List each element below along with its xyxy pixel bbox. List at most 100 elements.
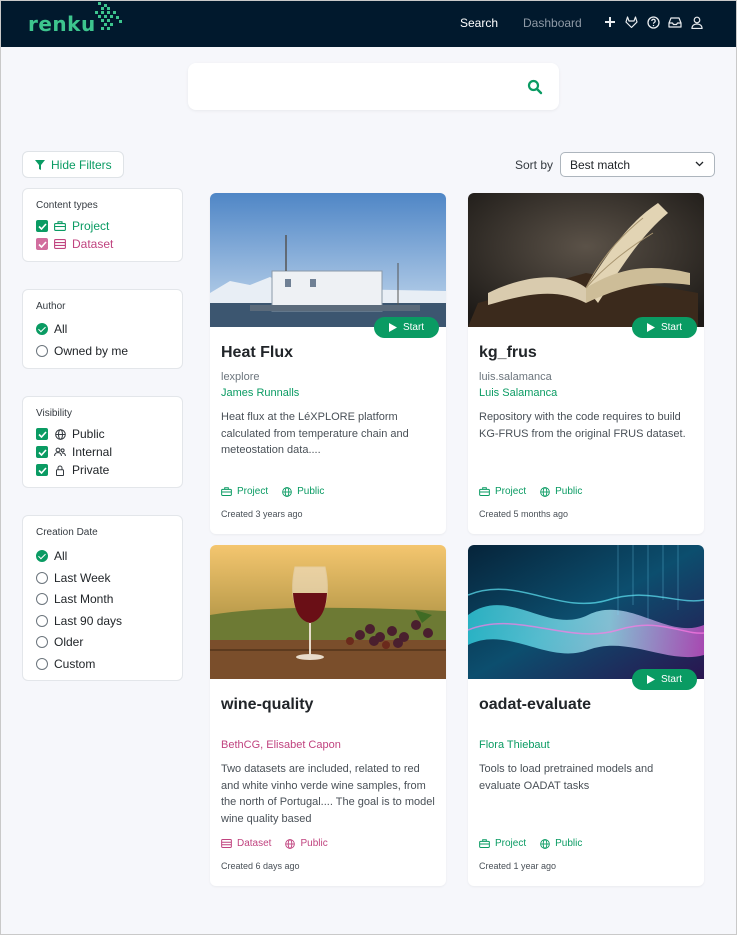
- card-description: Repository with the code requires to bui…: [479, 411, 686, 440]
- author-owned-radio[interactable]: [36, 345, 48, 357]
- chevron-down-icon: [695, 161, 704, 167]
- date-custom-label: Custom: [54, 657, 96, 671]
- public-label: Public: [72, 427, 105, 441]
- date-last-month-label: Last Month: [54, 592, 114, 606]
- date-last-month-radio[interactable]: [36, 593, 48, 605]
- hide-filters-label: Hide Filters: [51, 157, 112, 172]
- card-created-date: Created 1 year ago: [479, 861, 557, 871]
- globe-icon: [285, 838, 296, 849]
- globe-icon: [540, 838, 550, 849]
- top-navbar: renku Search Dashboard: [0, 0, 737, 47]
- type-label: Project: [237, 486, 269, 497]
- start-session-button[interactable]: Start: [632, 669, 697, 690]
- result-card-project[interactable]: Start Heat Flux lexplore James Runnalls …: [210, 193, 446, 534]
- visibility-label: Public: [555, 838, 583, 849]
- author-option-all[interactable]: All: [36, 322, 67, 336]
- card-tags: Project Public: [221, 486, 324, 497]
- date-last-90-radio[interactable]: [36, 615, 48, 627]
- visibility-internal[interactable]: Internal: [36, 445, 112, 459]
- author-filter: Author All Owned by me: [22, 289, 183, 369]
- logo-mark-icon: [94, 2, 122, 30]
- card-title[interactable]: kg_frus: [479, 344, 537, 362]
- date-older-radio[interactable]: [36, 636, 48, 648]
- project-icon: [54, 220, 66, 232]
- date-option-last-month[interactable]: Last Month: [36, 592, 113, 606]
- search-input[interactable]: [200, 75, 500, 97]
- play-icon: [646, 323, 655, 332]
- card-author: BethCG, Elisabet Capon: [221, 739, 341, 751]
- start-label: Start: [660, 322, 683, 333]
- author-all-radio[interactable]: [36, 323, 48, 335]
- type-tag: Project: [479, 486, 526, 497]
- inbox-icon[interactable]: [668, 15, 682, 29]
- play-icon: [646, 675, 655, 684]
- help-icon[interactable]: [646, 15, 660, 29]
- dataset-checkbox[interactable]: [36, 238, 48, 250]
- nav-search-link[interactable]: Search: [460, 16, 498, 30]
- card-image-wine-glass: [210, 545, 446, 679]
- card-title[interactable]: oadat-evaluate: [479, 696, 591, 714]
- gitlab-icon[interactable]: [624, 15, 638, 29]
- date-last-week-radio[interactable]: [36, 572, 48, 584]
- card-description: Tools to load pretrained models and eval…: [479, 763, 654, 792]
- author-title: Author: [36, 301, 66, 312]
- date-option-older[interactable]: Older: [36, 635, 83, 649]
- card-title[interactable]: Heat Flux: [221, 344, 293, 362]
- date-option-all[interactable]: All: [36, 549, 67, 563]
- card-namespace: luis.salamanca: [479, 371, 552, 383]
- visibility-public[interactable]: Public: [36, 427, 105, 441]
- content-types-filter: Content types Project Dataset: [22, 188, 183, 262]
- search-icon[interactable]: [527, 79, 545, 97]
- start-label: Start: [402, 322, 425, 333]
- project-checkbox[interactable]: [36, 220, 48, 232]
- sort-selected-value: Best match: [570, 157, 631, 172]
- date-all-radio[interactable]: [36, 550, 48, 562]
- globe-icon: [54, 428, 66, 440]
- type-tag: Project: [221, 486, 268, 497]
- author-all-label: All: [54, 322, 68, 336]
- date-last-90-label: Last 90 days: [54, 614, 123, 628]
- plus-icon[interactable]: [603, 15, 617, 29]
- result-card-project[interactable]: Start kg_frus luis.salamanca Luis Salama…: [468, 193, 704, 534]
- card-tags: Project Public: [479, 838, 582, 849]
- type-tag: Project: [479, 838, 526, 849]
- date-option-last-90[interactable]: Last 90 days: [36, 614, 122, 628]
- filter-icon: [35, 159, 45, 170]
- start-session-button[interactable]: Start: [632, 317, 697, 338]
- nav-dashboard-link[interactable]: Dashboard: [523, 16, 582, 30]
- filter-dataset[interactable]: Dataset: [36, 237, 113, 251]
- visibility-tag: Public: [540, 486, 582, 497]
- private-label: Private: [72, 463, 110, 477]
- visibility-label: Public: [555, 486, 583, 497]
- internal-checkbox[interactable]: [36, 446, 48, 458]
- visibility-tag: Public: [282, 486, 324, 497]
- dataset-filter-label: Dataset: [72, 237, 114, 251]
- author-owned-label: Owned by me: [54, 344, 129, 358]
- start-session-button[interactable]: Start: [374, 317, 439, 338]
- type-label: Dataset: [237, 838, 272, 849]
- card-namespace: lexplore: [221, 371, 260, 383]
- internal-label: Internal: [72, 445, 113, 459]
- date-option-last-week[interactable]: Last Week: [36, 571, 110, 585]
- date-last-week-label: Last Week: [54, 571, 111, 585]
- filter-project[interactable]: Project: [36, 219, 109, 233]
- dataset-icon: [54, 238, 66, 250]
- user-icon[interactable]: [690, 15, 704, 29]
- result-card-dataset[interactable]: wine-quality BethCG, Elisabet Capon Two …: [210, 545, 446, 886]
- sort-select[interactable]: Best match: [560, 152, 715, 177]
- card-title[interactable]: wine-quality: [221, 696, 313, 714]
- visibility-tag: Public: [540, 838, 582, 849]
- renku-logo[interactable]: renku: [28, 2, 124, 40]
- private-checkbox[interactable]: [36, 464, 48, 476]
- date-option-custom[interactable]: Custom: [36, 657, 95, 671]
- result-card-project[interactable]: Start oadat-evaluate Flora Thiebaut Tool…: [468, 545, 704, 886]
- author-option-owned[interactable]: Owned by me: [36, 344, 128, 358]
- project-icon: [479, 487, 490, 496]
- date-custom-radio[interactable]: [36, 658, 48, 670]
- card-author: James Runnalls: [221, 387, 300, 399]
- hide-filters-button[interactable]: Hide Filters: [22, 151, 124, 178]
- public-checkbox[interactable]: [36, 428, 48, 440]
- visibility-private[interactable]: Private: [36, 463, 109, 477]
- project-icon: [479, 839, 490, 848]
- date-all-label: All: [54, 549, 68, 563]
